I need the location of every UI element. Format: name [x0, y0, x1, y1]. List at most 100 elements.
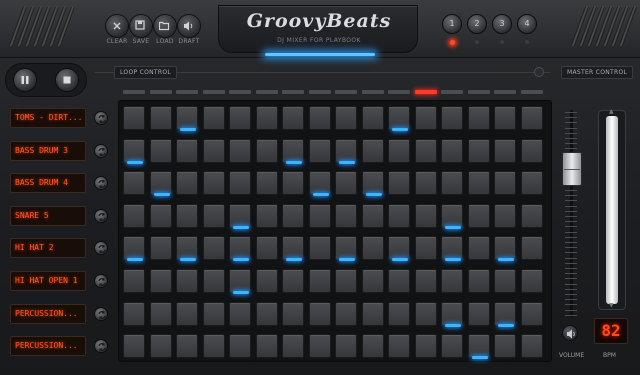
- step-pad[interactable]: [388, 236, 410, 262]
- step-pad[interactable]: [255, 203, 278, 228]
- step-pad[interactable]: [308, 106, 331, 130]
- step-pad[interactable]: [414, 334, 437, 359]
- step-pad[interactable]: [308, 301, 331, 326]
- step-pad[interactable]: [388, 171, 410, 196]
- save-button[interactable]: [129, 14, 153, 38]
- step-pad[interactable]: [414, 203, 437, 228]
- step-pad[interactable]: [388, 269, 410, 293]
- pause-button[interactable]: [13, 68, 37, 92]
- step-pad[interactable]: [414, 269, 437, 293]
- step-pad[interactable]: [176, 269, 198, 293]
- step-pad[interactable]: [282, 334, 304, 359]
- step-pad[interactable]: [467, 171, 490, 196]
- step-pad[interactable]: [361, 334, 384, 359]
- step-pad[interactable]: [467, 236, 490, 261]
- step-pad[interactable]: [282, 203, 304, 228]
- step-pad[interactable]: [467, 301, 490, 326]
- step-pad[interactable]: [441, 269, 463, 293]
- track-loop-button[interactable]: [94, 339, 108, 354]
- step-pad[interactable]: [202, 269, 225, 293]
- step-pad[interactable]: [335, 269, 357, 293]
- step-pad[interactable]: [255, 334, 278, 359]
- step-pad[interactable]: [149, 171, 172, 197]
- step-pad[interactable]: [361, 269, 384, 293]
- step-pad[interactable]: [335, 301, 357, 326]
- track-loop-button[interactable]: [94, 274, 108, 288]
- step-pad[interactable]: [149, 138, 172, 163]
- step-pad[interactable]: [123, 334, 145, 359]
- step-pad[interactable]: [361, 106, 384, 130]
- track-loop-button[interactable]: [94, 208, 108, 223]
- step-pad[interactable]: [308, 203, 331, 228]
- step-pad[interactable]: [308, 334, 331, 359]
- step-pad[interactable]: [361, 236, 384, 261]
- step-pad[interactable]: [414, 138, 437, 163]
- draft-button[interactable]: [177, 14, 201, 38]
- step-pad[interactable]: [388, 203, 410, 228]
- step-pad[interactable]: [123, 301, 145, 326]
- step-pad[interactable]: [414, 171, 437, 196]
- step-pad[interactable]: [229, 334, 251, 359]
- step-pad[interactable]: [494, 301, 516, 327]
- step-pad[interactable]: [494, 203, 516, 228]
- step-pad[interactable]: [467, 138, 490, 163]
- step-pad[interactable]: [335, 171, 357, 196]
- step-pad[interactable]: [494, 236, 516, 262]
- step-pad[interactable]: [229, 301, 251, 326]
- step-pad[interactable]: [388, 334, 410, 359]
- step-pad[interactable]: [123, 138, 145, 164]
- step-pad[interactable]: [361, 138, 384, 163]
- step-pad[interactable]: [282, 269, 304, 293]
- step-pad[interactable]: [255, 236, 278, 261]
- track-loop-button[interactable]: [94, 176, 108, 191]
- step-pad[interactable]: [388, 301, 410, 326]
- step-pad[interactable]: [255, 269, 278, 293]
- step-pad[interactable]: [176, 138, 198, 163]
- step-pad[interactable]: [520, 269, 543, 293]
- step-pad[interactable]: [467, 106, 490, 130]
- step-pad[interactable]: [520, 171, 543, 196]
- step-pad[interactable]: [441, 203, 463, 229]
- step-pad[interactable]: [335, 203, 357, 228]
- step-pad[interactable]: [229, 269, 251, 294]
- step-pad[interactable]: [176, 334, 198, 359]
- step-pad[interactable]: [441, 171, 463, 196]
- step-pad[interactable]: [229, 203, 251, 229]
- step-pad[interactable]: [494, 138, 516, 163]
- step-pad[interactable]: [388, 106, 410, 131]
- step-pad[interactable]: [176, 203, 198, 228]
- step-pad[interactable]: [149, 334, 172, 359]
- step-pad[interactable]: [149, 301, 172, 326]
- track-loop-button[interactable]: [94, 241, 108, 256]
- step-pad[interactable]: [414, 106, 437, 130]
- track-loop-button[interactable]: [94, 306, 108, 321]
- step-pad[interactable]: [149, 203, 172, 228]
- step-pad[interactable]: [441, 236, 463, 262]
- volume-slider[interactable]: [562, 152, 582, 186]
- step-pad[interactable]: [229, 171, 251, 196]
- step-pad[interactable]: [467, 334, 490, 360]
- stop-button[interactable]: [55, 68, 79, 92]
- step-pad[interactable]: [335, 106, 357, 130]
- load-button[interactable]: [153, 14, 177, 38]
- step-pad[interactable]: [123, 269, 145, 293]
- step-pad[interactable]: [441, 138, 463, 163]
- step-pad[interactable]: [467, 269, 490, 293]
- step-pad[interactable]: [494, 106, 516, 130]
- step-pad[interactable]: [282, 236, 304, 262]
- step-pad[interactable]: [202, 171, 225, 196]
- step-pad[interactable]: [176, 301, 198, 326]
- step-pad[interactable]: [202, 138, 225, 163]
- track-loop-button[interactable]: [94, 143, 108, 158]
- step-pad[interactable]: [414, 236, 437, 261]
- step-pad[interactable]: [123, 236, 145, 262]
- step-pad[interactable]: [202, 334, 225, 359]
- step-pad[interactable]: [229, 106, 251, 130]
- step-pad[interactable]: [441, 334, 463, 359]
- step-pad[interactable]: [176, 106, 198, 131]
- step-pad[interactable]: [361, 203, 384, 228]
- step-pad[interactable]: [149, 106, 172, 130]
- step-pad[interactable]: [255, 171, 278, 196]
- volume-speaker-button[interactable]: [562, 325, 578, 341]
- step-pad[interactable]: [123, 171, 145, 196]
